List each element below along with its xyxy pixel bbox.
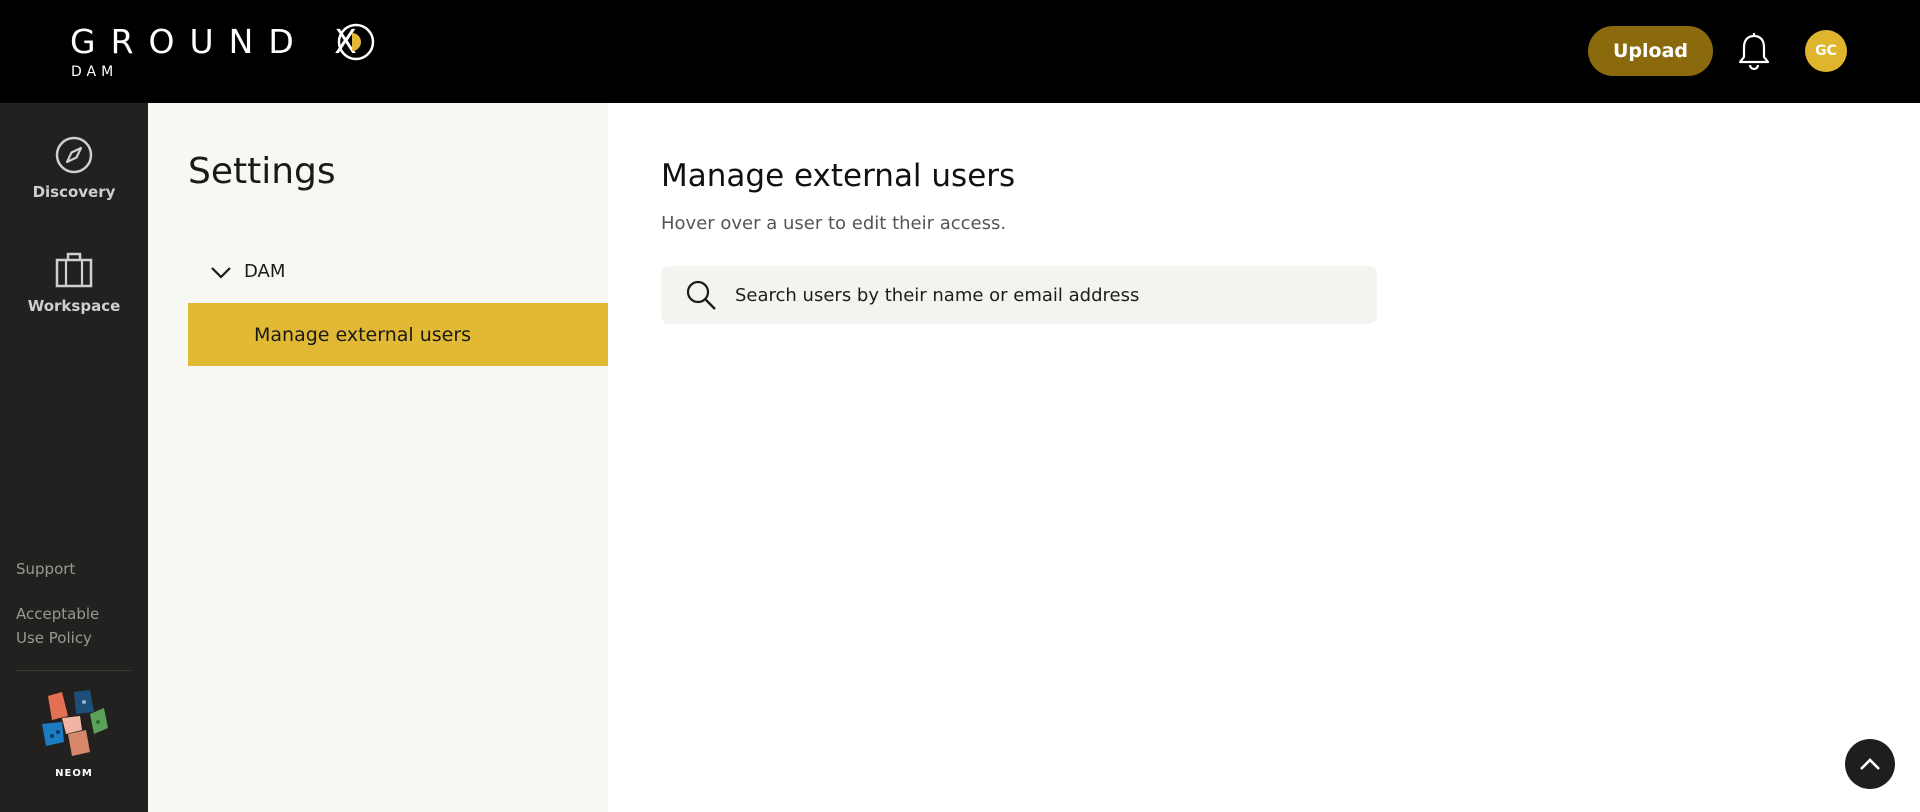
rail-item-workspace[interactable]: Workspace xyxy=(0,251,148,315)
neom-logo-mark xyxy=(42,690,108,756)
ground-x-logo[interactable]: GROUND X DAM xyxy=(70,22,375,80)
window-edge xyxy=(1912,103,1920,812)
search-input[interactable] xyxy=(735,284,1375,306)
settings-title: Settings xyxy=(188,151,336,192)
top-bar: GROUND X DAM Upload GC xyxy=(0,0,1920,103)
rail-item-label: Workspace xyxy=(27,297,121,315)
page-title: Manage external users xyxy=(661,158,1016,194)
search-icon xyxy=(686,280,716,310)
upload-button[interactable]: Upload xyxy=(1588,26,1713,76)
chevron-down-icon xyxy=(211,266,231,279)
settings-panel: Settings DAM Manage external users xyxy=(148,103,608,812)
neom-logo[interactable]: NEOM xyxy=(36,688,112,779)
main-content: Manage external users Hover over a user … xyxy=(608,103,1920,812)
rail-item-label: Discovery xyxy=(32,183,116,201)
chevron-up-icon xyxy=(1860,758,1880,770)
page-subtitle: Hover over a user to edit their access. xyxy=(661,213,1007,234)
briefcase-icon xyxy=(55,252,93,288)
settings-section-dam[interactable]: DAM xyxy=(210,261,285,282)
bell-icon[interactable] xyxy=(1736,32,1772,72)
play-circle-icon xyxy=(337,23,375,61)
settings-section-label: DAM xyxy=(244,261,286,282)
rail-item-discovery[interactable]: Discovery xyxy=(0,135,148,201)
left-rail: Discovery Workspace Support Acceptable U… xyxy=(0,103,148,812)
compass-icon xyxy=(55,136,93,174)
scroll-to-top-button[interactable] xyxy=(1845,739,1895,789)
settings-item-manage-external-users[interactable]: Manage external users xyxy=(188,303,608,366)
support-link[interactable]: Support xyxy=(16,557,75,581)
logo-subtext: DAM xyxy=(71,64,119,80)
user-search[interactable] xyxy=(661,266,1377,324)
rail-divider xyxy=(16,670,131,671)
neom-label: NEOM xyxy=(55,768,93,779)
acceptable-use-policy-link[interactable]: Acceptable Use Policy xyxy=(16,602,116,650)
user-avatar[interactable]: GC xyxy=(1805,30,1847,72)
logo-wordmark: GROUND X xyxy=(70,22,372,61)
